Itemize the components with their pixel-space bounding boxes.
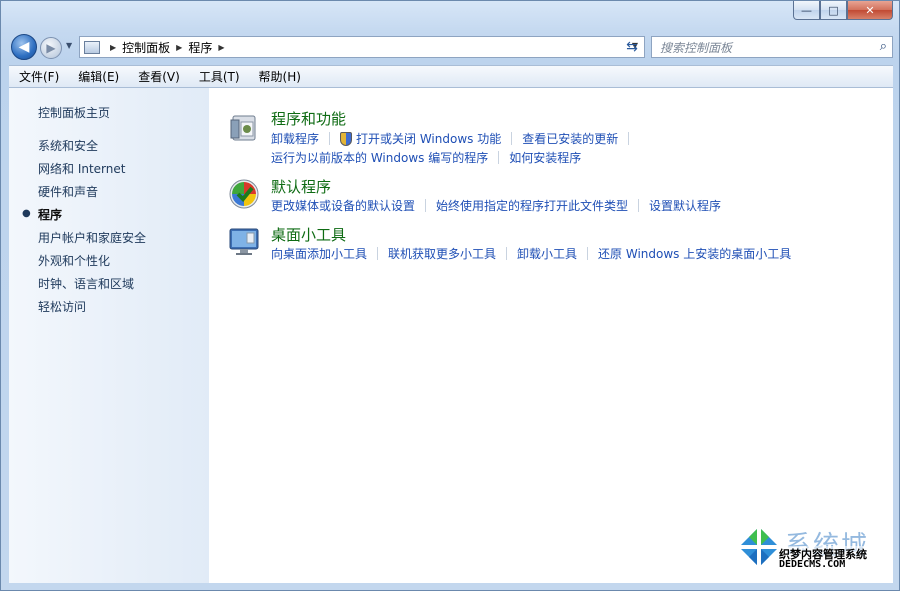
control-panel-window: — □ ✕ ◀ ▶ ▼ ▶ 控制面板 ▶ 程序 ▶ ▼ ⇆ 搜索控制面板 ⌕ 文… xyxy=(0,0,900,591)
uninstall-program-link[interactable]: 卸载程序 xyxy=(271,130,319,147)
set-default-programs-link[interactable]: 设置默认程序 xyxy=(649,197,721,214)
title-bar: — □ ✕ xyxy=(1,1,899,31)
search-icon[interactable]: ⌕ xyxy=(880,39,887,54)
sidebar-item-appearance[interactable]: 外观和个性化 xyxy=(38,252,110,269)
breadcrumb-chevron-icon[interactable]: ▶ xyxy=(110,43,116,52)
link-separator xyxy=(511,132,513,145)
breadcrumb-control-panel[interactable]: 控制面板 xyxy=(122,39,170,56)
breadcrumb-programs[interactable]: 程序 xyxy=(188,39,212,56)
restore-gadgets-link[interactable]: 还原 Windows 上安装的桌面小工具 xyxy=(598,245,791,262)
link-row: 运行为以前版本的 Windows 编写的程序 如何安装程序 xyxy=(271,149,581,166)
navigation-bar: ◀ ▶ ▼ ▶ 控制面板 ▶ 程序 ▶ ▼ ⇆ 搜索控制面板 ⌕ xyxy=(9,33,893,61)
link-row: 更改媒体或设备的默认设置 始终使用指定的程序打开此文件类型 设置默认程序 xyxy=(271,197,721,214)
link-separator xyxy=(587,247,589,260)
sidebar-item-user-accounts[interactable]: 用户帐户和家庭安全 xyxy=(38,229,146,246)
search-placeholder: 搜索控制面板 xyxy=(660,40,733,55)
watermark-line3: DEDECMS.COM xyxy=(779,559,846,570)
sidebar-item-clock-region[interactable]: 时钟、语言和区域 xyxy=(38,275,134,292)
breadcrumb-chevron-icon[interactable]: ▶ xyxy=(218,43,224,52)
category-title[interactable]: 程序和功能 xyxy=(271,108,346,129)
back-button[interactable]: ◀ xyxy=(11,34,37,60)
watermark-logo-icon xyxy=(739,527,779,567)
minimize-button[interactable]: — xyxy=(793,1,820,20)
close-button[interactable]: ✕ xyxy=(847,1,893,20)
menu-view[interactable]: 查看(V) xyxy=(128,68,189,85)
category-title[interactable]: 桌面小工具 xyxy=(271,224,346,245)
link-separator xyxy=(506,247,508,260)
sidebar-item-programs[interactable]: 程序 xyxy=(38,206,62,223)
sidebar-item-network[interactable]: 网络和 Internet xyxy=(38,160,125,177)
sidebar-item-ease-of-access[interactable]: 轻松访问 xyxy=(38,298,86,315)
media-device-defaults-link[interactable]: 更改媒体或设备的默认设置 xyxy=(271,197,415,214)
link-separator xyxy=(329,132,331,145)
file-type-association-link[interactable]: 始终使用指定的程序打开此文件类型 xyxy=(436,197,628,214)
maximize-button[interactable]: □ xyxy=(820,1,847,20)
menu-file[interactable]: 文件(F) xyxy=(9,68,68,85)
installed-updates-link[interactable]: 查看已安装的更新 xyxy=(522,130,618,147)
category-title[interactable]: 默认程序 xyxy=(271,176,331,197)
control-panel-icon xyxy=(84,40,100,54)
forward-button[interactable]: ▶ xyxy=(40,37,62,59)
menu-tools[interactable]: 工具(T) xyxy=(189,68,249,85)
windows-features-link[interactable]: 打开或关闭 Windows 功能 xyxy=(356,130,501,147)
link-separator xyxy=(377,247,379,260)
forward-arrow-icon: ▶ xyxy=(46,41,56,55)
back-arrow-icon: ◀ xyxy=(18,39,30,55)
address-bar[interactable]: ▶ 控制面板 ▶ 程序 ▶ ▼ xyxy=(79,36,645,58)
sidebar: 控制面板主页 系统和安全 网络和 Internet 硬件和声音 ● 程序 用户帐… xyxy=(9,88,209,583)
refresh-icon: ⇆ xyxy=(626,39,638,55)
uninstall-gadget-link[interactable]: 卸载小工具 xyxy=(517,245,577,262)
default-programs-icon[interactable] xyxy=(227,176,261,210)
caption-buttons: — □ ✕ xyxy=(793,1,893,20)
sidebar-item-hardware-sound[interactable]: 硬件和声音 xyxy=(38,183,98,200)
link-separator xyxy=(425,199,427,212)
desktop-gadgets-icon[interactable] xyxy=(227,224,261,258)
compatibility-link[interactable]: 运行为以前版本的 Windows 编写的程序 xyxy=(271,149,488,166)
link-row: 卸载程序 打开或关闭 Windows 功能 查看已安装的更新 xyxy=(271,130,639,147)
content-pane: 程序和功能 卸载程序 打开或关闭 Windows 功能 查看已安装的更新 运行为… xyxy=(209,88,893,583)
add-gadgets-link[interactable]: 向桌面添加小工具 xyxy=(271,245,367,262)
search-box[interactable]: 搜索控制面板 ⌕ xyxy=(651,36,893,58)
watermark: 系统城 织梦内容管理系统 DEDECMS.COM xyxy=(737,525,887,577)
recent-pages-dropdown-icon[interactable]: ▼ xyxy=(66,41,72,50)
link-separator xyxy=(638,199,640,212)
refresh-button[interactable]: ⇆ xyxy=(621,36,643,58)
menu-edit[interactable]: 编辑(E) xyxy=(68,68,128,85)
sidebar-item-system-security[interactable]: 系统和安全 xyxy=(38,137,98,154)
link-separator xyxy=(628,132,630,145)
uac-shield-icon xyxy=(340,131,353,146)
active-bullet-icon: ● xyxy=(22,208,31,219)
link-separator xyxy=(498,151,500,164)
menu-help[interactable]: 帮助(H) xyxy=(249,68,310,85)
breadcrumb-chevron-icon[interactable]: ▶ xyxy=(176,43,182,52)
how-to-install-link[interactable]: 如何安装程序 xyxy=(509,149,581,166)
programs-features-icon[interactable] xyxy=(227,110,261,144)
link-row: 向桌面添加小工具 联机获取更多小工具 卸载小工具 还原 Windows 上安装的… xyxy=(271,245,791,262)
menu-bar: 文件(F) 编辑(E) 查看(V) 工具(T) 帮助(H) xyxy=(9,65,893,88)
sidebar-home-link[interactable]: 控制面板主页 xyxy=(38,104,110,121)
get-more-gadgets-link[interactable]: 联机获取更多小工具 xyxy=(388,245,496,262)
